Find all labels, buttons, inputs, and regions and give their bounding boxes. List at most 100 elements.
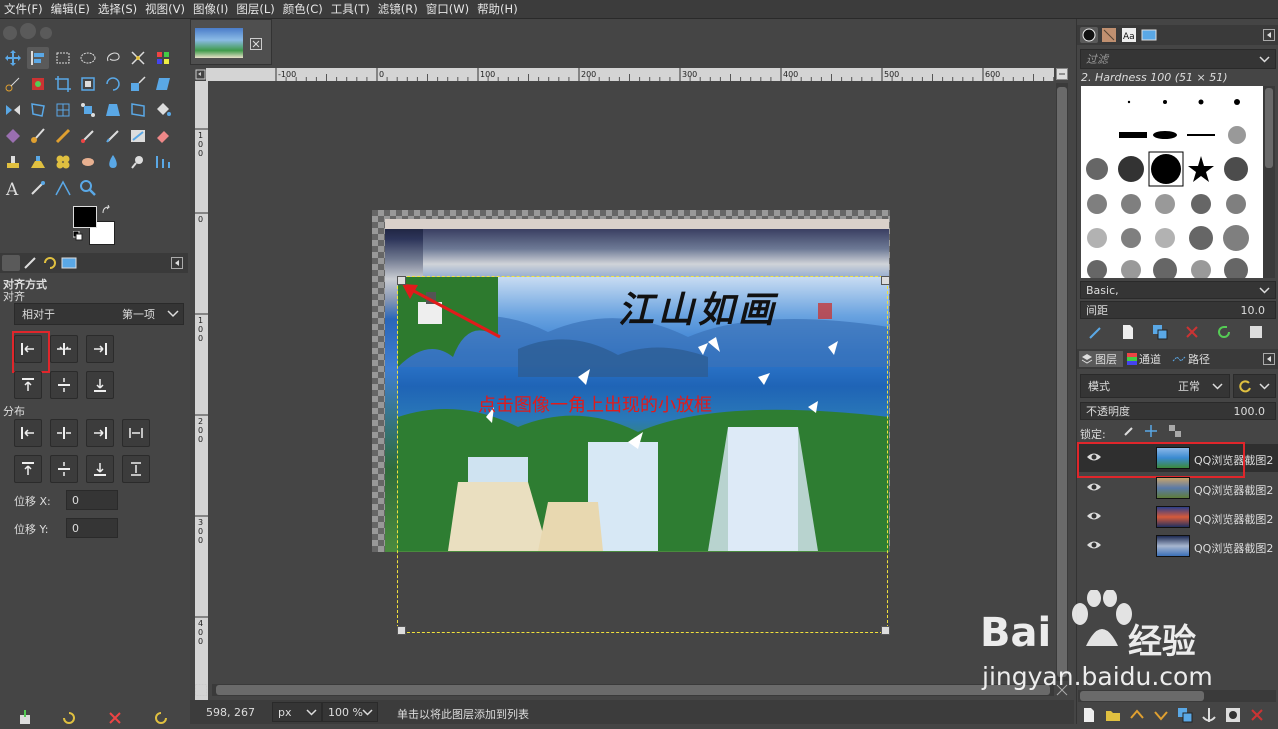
3d-transform-icon[interactable]	[127, 99, 149, 121]
menu-layer[interactable]: 图层(L)	[232, 0, 278, 18]
clone-icon[interactable]	[2, 151, 24, 173]
color-select-icon[interactable]	[152, 47, 174, 69]
brush-filter-input[interactable]: 过滤	[1080, 49, 1276, 69]
menu-edit[interactable]: 编辑(E)	[47, 0, 94, 18]
paintbrush-icon[interactable]	[27, 125, 49, 147]
gradient-icon[interactable]	[2, 125, 24, 147]
pencil-icon[interactable]	[52, 125, 74, 147]
color-picker-icon[interactable]	[27, 177, 49, 199]
new-layer-group-icon[interactable]	[1102, 704, 1124, 726]
menu-select[interactable]: 选择(S)	[94, 0, 141, 18]
airbrush-icon[interactable]	[77, 125, 99, 147]
new-layer-icon[interactable]	[1078, 704, 1100, 726]
navigate-icon[interactable]	[1056, 68, 1068, 80]
anchor-layer-icon[interactable]	[1198, 704, 1220, 726]
brush-grid-scrollbar-thumb[interactable]	[1265, 88, 1273, 168]
open-brush-as-image-icon[interactable]	[1245, 321, 1267, 343]
transform-handle-bottom-left[interactable]	[397, 626, 406, 635]
brush-spacing-slider[interactable]: 间距 10.0	[1080, 301, 1276, 319]
eraser-icon[interactable]	[152, 125, 174, 147]
unit-dropdown[interactable]: px	[272, 702, 322, 722]
align-right-edge-button[interactable]	[86, 335, 114, 363]
distribute-horizontal-gap-button[interactable]	[122, 419, 150, 447]
swap-colors-icon[interactable]	[101, 204, 113, 215]
paths-icon[interactable]	[152, 151, 174, 173]
close-icon[interactable]	[250, 38, 262, 50]
default-colors-icon[interactable]	[72, 230, 83, 241]
align-bottom-edge-button[interactable]	[86, 371, 114, 399]
layer-mask-icon[interactable]	[1222, 704, 1244, 726]
transform-handle-top-right[interactable]	[881, 276, 890, 285]
layer-mode-switch[interactable]	[1233, 374, 1276, 398]
vertical-scrollbar-thumb[interactable]	[1057, 87, 1067, 677]
ellipse-select-icon[interactable]	[77, 47, 99, 69]
brush-grid[interactable]	[1081, 86, 1263, 282]
tab-channels[interactable]: 通道	[1125, 351, 1169, 367]
unified-transform-icon[interactable]	[77, 73, 99, 95]
heal-icon[interactable]	[52, 151, 74, 173]
lock-pixels-icon[interactable]	[1123, 425, 1135, 437]
zoom-icon[interactable]	[77, 177, 99, 199]
layers-horizontal-scrollbar[interactable]	[1078, 690, 1276, 702]
ink-icon[interactable]	[102, 125, 124, 147]
brush-tag-dropdown[interactable]: Basic,	[1080, 281, 1276, 299]
eye-icon[interactable]	[1086, 511, 1102, 521]
warp-icon[interactable]	[52, 99, 74, 121]
refresh-brushes-icon[interactable]	[1213, 321, 1235, 343]
horizontal-scrollbar-thumb[interactable]	[216, 685, 1050, 695]
offset-x-input[interactable]: 0	[66, 490, 118, 510]
fonts-tab-icon[interactable]: Aa	[1120, 27, 1138, 43]
mypaint-icon[interactable]	[127, 125, 149, 147]
lock-alpha-icon[interactable]	[1169, 425, 1181, 437]
move-tool-icon[interactable]	[2, 47, 24, 69]
align-middle-button[interactable]	[50, 371, 78, 399]
layer-mode-dropdown[interactable]: 模式 正常	[1080, 374, 1230, 398]
align-tool-icon[interactable]	[27, 47, 49, 69]
eye-icon[interactable]	[1086, 482, 1102, 492]
perspective-clone-icon[interactable]	[27, 151, 49, 173]
zoom-dropdown[interactable]: 100 %	[322, 702, 378, 722]
distribute-top-button[interactable]	[14, 455, 42, 483]
reset-options-icon[interactable]	[150, 707, 172, 729]
eye-icon[interactable]	[1086, 540, 1102, 550]
offset-y-input[interactable]: 0	[66, 518, 118, 538]
align-top-edge-button[interactable]	[14, 371, 42, 399]
vertical-scrollbar[interactable]	[1056, 83, 1068, 681]
crop-icon[interactable]	[52, 73, 74, 95]
image-tab[interactable]	[190, 19, 272, 65]
menu-colors[interactable]: 颜色(C)	[279, 0, 327, 18]
tab-paths[interactable]: 路径	[1171, 351, 1217, 367]
foreground-color-swatch[interactable]	[73, 206, 97, 228]
horizontal-scrollbar[interactable]	[212, 684, 1054, 696]
delete-layer-icon[interactable]	[1246, 704, 1268, 726]
images-tab-icon[interactable]	[60, 255, 78, 271]
dodge-burn-icon[interactable]	[127, 151, 149, 173]
menu-windows[interactable]: 窗口(W)	[422, 0, 473, 18]
fill-icon[interactable]	[152, 99, 174, 121]
fuzzy-select-icon[interactable]	[127, 47, 149, 69]
document-history-tab-icon[interactable]	[1140, 27, 1158, 43]
scale-icon[interactable]	[127, 73, 149, 95]
menu-view[interactable]: 视图(V)	[141, 0, 189, 18]
perspective-icon[interactable]	[102, 99, 124, 121]
transform-handle-bottom-right[interactable]	[881, 626, 890, 635]
rect-select-icon[interactable]	[52, 47, 74, 69]
foreground-select-icon[interactable]	[27, 73, 49, 95]
undo-history-tab-icon[interactable]	[41, 255, 59, 271]
edit-brush-icon[interactable]	[1085, 321, 1107, 343]
distribute-center-button[interactable]	[50, 419, 78, 447]
brush-grid-scrollbar[interactable]	[1263, 86, 1275, 278]
opacity-slider[interactable]: 不透明度 100.0	[1080, 402, 1276, 420]
transform-handle-top-left[interactable]	[397, 276, 406, 285]
tool-options-tab-icon[interactable]	[2, 255, 20, 271]
brushes-tab-icon[interactable]	[1080, 27, 1098, 43]
distribute-middle-button[interactable]	[50, 455, 78, 483]
handle-transform-icon[interactable]	[77, 99, 99, 121]
zoom-fit-icon[interactable]	[1056, 684, 1068, 696]
save-options-icon[interactable]	[14, 707, 36, 729]
restore-options-icon[interactable]	[58, 707, 80, 729]
relative-to-dropdown[interactable]: 相对于 第一项	[14, 303, 184, 325]
configure-tab-icon[interactable]	[1263, 353, 1275, 365]
duplicate-brush-icon[interactable]	[1149, 321, 1171, 343]
distribute-left-button[interactable]	[14, 419, 42, 447]
